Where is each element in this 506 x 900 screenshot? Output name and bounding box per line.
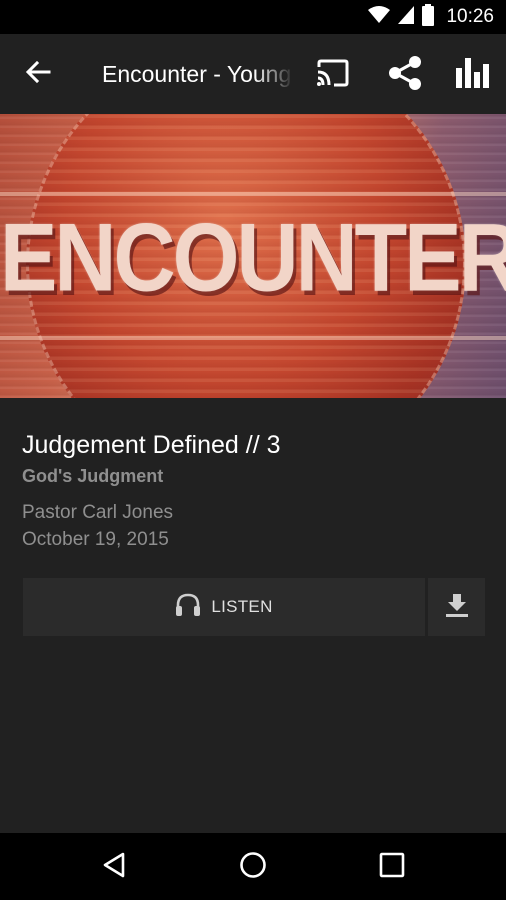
- stats-icon: [456, 57, 490, 93]
- series-name[interactable]: God's Judgment: [22, 466, 163, 487]
- navigation-bar: [0, 833, 506, 900]
- artwork-title: ENCOUNTER: [0, 204, 506, 312]
- listen-button[interactable]: LISTEN: [23, 578, 425, 636]
- share-icon: [388, 55, 422, 96]
- download-button[interactable]: [428, 578, 485, 636]
- nav-home-button[interactable]: [235, 849, 271, 885]
- back-button[interactable]: [18, 54, 58, 94]
- stats-button[interactable]: [452, 54, 494, 96]
- artwork-band-bottom: [0, 336, 506, 340]
- headphones-icon: [175, 593, 201, 622]
- status-time: 10:26: [446, 6, 494, 27]
- app-title-fade: [254, 58, 294, 90]
- status-icons: 10:26: [368, 0, 494, 34]
- nav-home-icon: [239, 851, 267, 884]
- signal-icon: [398, 5, 415, 29]
- nav-back-icon: [102, 852, 126, 883]
- sermon-date: October 19, 2015: [22, 529, 169, 550]
- artwork-band-top: [0, 192, 506, 196]
- cast-icon: [316, 59, 350, 92]
- nav-recents-button[interactable]: [374, 849, 410, 885]
- back-arrow-icon: [25, 59, 51, 90]
- cast-button[interactable]: [312, 54, 354, 96]
- share-button[interactable]: [384, 54, 426, 96]
- battery-icon: [422, 3, 435, 31]
- app-bar: Encounter - Young: [0, 34, 506, 114]
- listen-label: LISTEN: [211, 597, 273, 616]
- sermon-artwork: ENCOUNTER: [0, 114, 506, 398]
- wifi-icon: [368, 5, 391, 29]
- status-bar: 10:26: [0, 0, 506, 34]
- download-icon: [444, 592, 470, 623]
- nav-recents-icon: [379, 852, 405, 883]
- nav-back-button[interactable]: [96, 849, 132, 885]
- sermon-title: Judgement Defined // 3: [22, 431, 281, 459]
- speaker-name: Pastor Carl Jones: [22, 502, 174, 523]
